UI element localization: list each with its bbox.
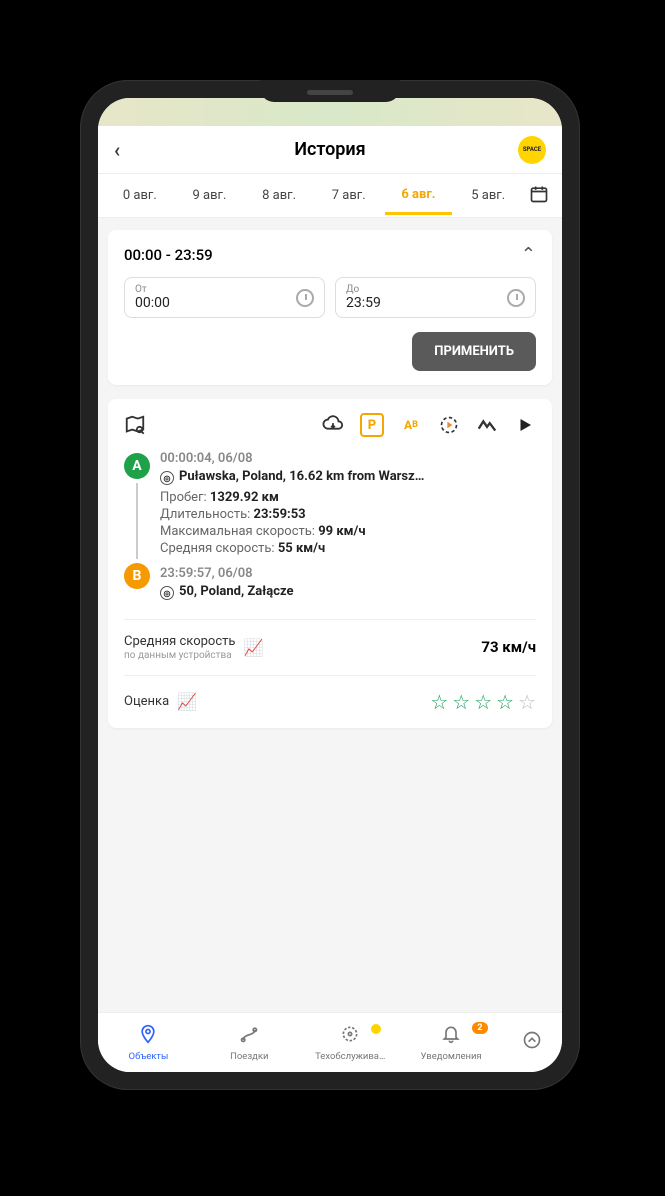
date-tab-active[interactable]: 6 авг. bbox=[385, 177, 453, 215]
nav-label: Объекты bbox=[129, 1051, 169, 1062]
avg-speed-value: 73 км/ч bbox=[481, 638, 536, 656]
star-icon: ☆ bbox=[452, 690, 470, 714]
ab-icon[interactable]: AB bbox=[400, 414, 422, 436]
cloud-download-icon[interactable] bbox=[322, 414, 344, 436]
target-icon[interactable] bbox=[438, 414, 460, 436]
calendar-button[interactable] bbox=[524, 184, 554, 208]
play-icon[interactable] bbox=[514, 414, 536, 436]
avg-speed-row[interactable]: Средняя скорость по данным устройства 📈 … bbox=[124, 619, 536, 661]
collapse-toggle[interactable]: ⌃ bbox=[521, 244, 536, 265]
time-from-field[interactable]: От 00:00 bbox=[124, 277, 325, 318]
chart-icon: 📈 bbox=[243, 638, 263, 657]
nav-maintenance[interactable]: Техобслужива… bbox=[300, 1024, 401, 1062]
rating-row[interactable]: Оценка 📈 ☆ ☆ ☆ ☆ ☆ bbox=[124, 675, 536, 714]
date-tab[interactable]: 9 авг. bbox=[176, 178, 244, 213]
nav-notifications[interactable]: 2 Уведомления bbox=[401, 1024, 502, 1062]
point-b-location: 50, Poland, Załącze bbox=[179, 584, 294, 600]
phone-screen: ‹ История SPACE 0 авг. 9 авг. 8 авг. 7 а… bbox=[98, 98, 562, 1072]
app-header: ‹ История SPACE bbox=[98, 126, 562, 174]
from-value: 00:00 bbox=[135, 295, 170, 311]
to-value: 23:59 bbox=[346, 295, 381, 311]
bell-icon bbox=[441, 1024, 461, 1049]
nav-label: Уведомления bbox=[420, 1051, 481, 1062]
point-b-timestamp: 23:59:57, 06/08 bbox=[160, 566, 536, 581]
clock-icon bbox=[507, 289, 525, 307]
location-icon: ◎ bbox=[160, 471, 174, 485]
nav-trips[interactable]: Поездки bbox=[199, 1024, 300, 1062]
point-b-marker: B bbox=[124, 563, 150, 589]
location-icon: ◎ bbox=[160, 586, 174, 600]
avg-speed-title: Средняя скорость bbox=[124, 634, 235, 650]
to-label: До bbox=[346, 284, 381, 295]
notification-badge: 2 bbox=[472, 1022, 487, 1034]
star-icon: ☆ bbox=[496, 690, 514, 714]
date-tabs: 0 авг. 9 авг. 8 авг. 7 авг. 6 авг. 5 авг… bbox=[98, 174, 562, 218]
point-a-marker: A bbox=[124, 453, 150, 479]
brand-badge[interactable]: SPACE bbox=[518, 136, 546, 164]
timeline-icon[interactable] bbox=[476, 414, 498, 436]
avg-speed-subtitle: по данным устройства bbox=[124, 650, 235, 661]
time-range-label: 00:00 - 23:59 bbox=[124, 246, 213, 264]
page-title: История bbox=[98, 139, 562, 160]
time-filter-card: 00:00 - 23:59 ⌃ От 00:00 До 23: bbox=[108, 230, 552, 385]
chevron-up-circle-icon bbox=[522, 1030, 542, 1055]
apply-button[interactable]: ПРИМЕНИТЬ bbox=[412, 332, 536, 371]
map-search-icon[interactable] bbox=[124, 414, 146, 436]
map-peek bbox=[98, 98, 562, 126]
star-icon: ☆ bbox=[474, 690, 492, 714]
from-label: От bbox=[135, 284, 170, 295]
nav-objects[interactable]: Объекты bbox=[98, 1024, 199, 1062]
date-tab[interactable]: 7 авг. bbox=[315, 178, 383, 213]
rating-stars: ☆ ☆ ☆ ☆ ☆ bbox=[430, 690, 536, 714]
time-to-field[interactable]: До 23:59 bbox=[335, 277, 536, 318]
route-icon bbox=[239, 1024, 259, 1049]
trip-line bbox=[136, 483, 138, 559]
bottom-nav: Объекты Поездки Техобслужива… 2 bbox=[98, 1012, 562, 1072]
point-a-location: Puławska, Poland, 16.62 km from Warsz… bbox=[179, 469, 424, 485]
nav-more[interactable] bbox=[502, 1030, 563, 1055]
trip-card: P AB A bbox=[108, 399, 552, 728]
star-icon: ☆ bbox=[430, 690, 448, 714]
chart-icon: 📈 bbox=[177, 692, 197, 711]
date-tab[interactable]: 0 авг. bbox=[106, 178, 174, 213]
date-tab[interactable]: 8 авг. bbox=[245, 178, 313, 213]
clock-icon bbox=[296, 289, 314, 307]
phone-notch bbox=[260, 80, 400, 102]
star-icon-empty: ☆ bbox=[518, 690, 536, 714]
nav-label: Поездки bbox=[230, 1051, 268, 1062]
pin-icon bbox=[138, 1024, 158, 1049]
point-a-timestamp: 00:00:04, 06/08 bbox=[160, 451, 536, 466]
parking-icon[interactable]: P bbox=[360, 413, 384, 437]
rating-label: Оценка bbox=[124, 694, 169, 710]
content: 00:00 - 23:59 ⌃ От 00:00 До 23: bbox=[98, 218, 562, 1012]
date-tab[interactable]: 5 авг. bbox=[454, 178, 522, 213]
gear-icon bbox=[340, 1024, 360, 1049]
back-button[interactable]: ‹ bbox=[114, 138, 120, 162]
notification-dot bbox=[371, 1024, 381, 1034]
phone-frame: ‹ История SPACE 0 авг. 9 авг. 8 авг. 7 а… bbox=[80, 80, 580, 1090]
nav-label: Техобслужива… bbox=[315, 1051, 385, 1062]
